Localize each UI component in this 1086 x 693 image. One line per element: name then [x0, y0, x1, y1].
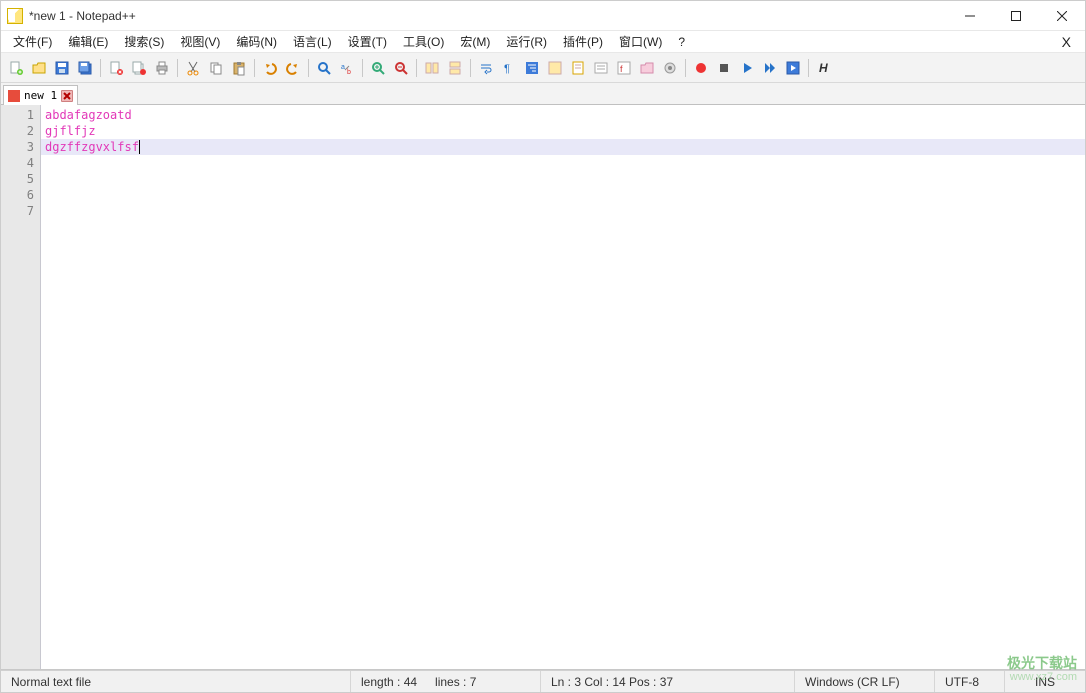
status-insert-mode[interactable]: INS	[1005, 671, 1085, 692]
play-macro-icon[interactable]	[736, 57, 758, 79]
cut-icon[interactable]	[182, 57, 204, 79]
window-title: *new 1 - Notepad++	[29, 9, 136, 23]
modified-indicator-icon	[8, 90, 20, 102]
editor[interactable]: 1234567 abdafagzoatdgjflfjzdgzffzgvxlfsf	[1, 105, 1085, 670]
code-line[interactable]: gjflfjz	[41, 123, 1085, 139]
open-file-icon[interactable]	[28, 57, 50, 79]
record-macro-icon[interactable]	[690, 57, 712, 79]
sync-h-icon[interactable]	[444, 57, 466, 79]
toolbar-separator	[100, 59, 101, 77]
redo-icon[interactable]	[282, 57, 304, 79]
play-multi-icon[interactable]	[759, 57, 781, 79]
find-icon[interactable]	[313, 57, 335, 79]
tab-close-icon[interactable]	[61, 90, 73, 102]
zoom-in-icon[interactable]	[367, 57, 389, 79]
svg-text:b: b	[347, 69, 351, 76]
new-file-icon[interactable]	[5, 57, 27, 79]
toolbar: ab ¶ f H	[1, 53, 1085, 83]
save-macro-icon[interactable]	[782, 57, 804, 79]
toolbar-separator	[685, 59, 686, 77]
menu-search[interactable]: 搜索(S)	[116, 31, 172, 52]
folder-tree-icon[interactable]	[636, 57, 658, 79]
indent-guide-icon[interactable]	[521, 57, 543, 79]
code-line[interactable]	[41, 155, 1085, 171]
statusbar: Normal text file length : 44 lines : 7 L…	[1, 670, 1085, 692]
status-filetype: Normal text file	[1, 671, 351, 692]
toolbar-separator	[254, 59, 255, 77]
menu-file[interactable]: 文件(F)	[5, 31, 60, 52]
toolbar-separator	[362, 59, 363, 77]
toolbar-separator	[470, 59, 471, 77]
window-controls	[947, 1, 1085, 31]
monitoring-icon[interactable]	[659, 57, 681, 79]
svg-text:¶: ¶	[504, 63, 510, 75]
replace-icon[interactable]: ab	[336, 57, 358, 79]
doc-list-icon[interactable]	[590, 57, 612, 79]
zoom-out-icon[interactable]	[390, 57, 412, 79]
wordwrap-icon[interactable]	[475, 57, 497, 79]
svg-text:H: H	[819, 61, 828, 75]
save-icon[interactable]	[51, 57, 73, 79]
toolbar-separator	[308, 59, 309, 77]
code-area[interactable]: abdafagzoatdgjflfjzdgzffzgvxlfsf	[41, 105, 1085, 669]
status-position: Ln : 3 Col : 14 Pos : 37	[541, 671, 795, 692]
paste-icon[interactable]	[228, 57, 250, 79]
toolbar-separator	[808, 59, 809, 77]
status-eol[interactable]: Windows (CR LF)	[795, 671, 935, 692]
doc-map-icon[interactable]	[567, 57, 589, 79]
close-file-icon[interactable]	[105, 57, 127, 79]
function-list-icon[interactable]: f	[613, 57, 635, 79]
menu-window[interactable]: 窗口(W)	[611, 31, 670, 52]
app-icon	[7, 8, 23, 24]
bold-h-icon[interactable]: H	[813, 57, 835, 79]
menu-plugins[interactable]: 插件(P)	[555, 31, 611, 52]
sync-v-icon[interactable]	[421, 57, 443, 79]
print-icon[interactable]	[151, 57, 173, 79]
menu-edit[interactable]: 编辑(E)	[60, 31, 116, 52]
status-length: length : 44 lines : 7	[351, 671, 541, 692]
close-button[interactable]	[1039, 1, 1085, 31]
stop-macro-icon[interactable]	[713, 57, 735, 79]
close-document-x[interactable]: X	[1052, 34, 1081, 50]
maximize-button[interactable]	[993, 1, 1039, 31]
tabbar: new 1	[1, 83, 1085, 105]
titlebar: *new 1 - Notepad++	[1, 1, 1085, 31]
menu-view[interactable]: 视图(V)	[172, 31, 228, 52]
tab-label: new 1	[24, 89, 57, 102]
menubar: 文件(F) 编辑(E) 搜索(S) 视图(V) 编码(N) 语言(L) 设置(T…	[1, 31, 1085, 53]
undo-icon[interactable]	[259, 57, 281, 79]
line-number-gutter: 1234567	[1, 105, 41, 669]
code-line[interactable]	[41, 187, 1085, 203]
code-line[interactable]: abdafagzoatd	[41, 107, 1085, 123]
menu-settings[interactable]: 设置(T)	[340, 31, 395, 52]
minimize-button[interactable]	[947, 1, 993, 31]
save-all-icon[interactable]	[74, 57, 96, 79]
code-line[interactable]: dgzffzgvxlfsf	[41, 139, 1085, 155]
show-all-chars-icon[interactable]: ¶	[498, 57, 520, 79]
menu-tools[interactable]: 工具(O)	[395, 31, 452, 52]
copy-icon[interactable]	[205, 57, 227, 79]
close-all-icon[interactable]	[128, 57, 150, 79]
menu-encoding[interactable]: 编码(N)	[228, 31, 285, 52]
status-encoding[interactable]: UTF-8	[935, 671, 1005, 692]
menu-run[interactable]: 运行(R)	[498, 31, 555, 52]
udl-icon[interactable]	[544, 57, 566, 79]
toolbar-separator	[177, 59, 178, 77]
menu-language[interactable]: 语言(L)	[285, 31, 340, 52]
svg-text:a: a	[341, 64, 345, 71]
text-caret	[139, 140, 140, 154]
toolbar-separator	[416, 59, 417, 77]
code-line[interactable]	[41, 171, 1085, 187]
menu-macro[interactable]: 宏(M)	[452, 31, 498, 52]
code-line[interactable]	[41, 203, 1085, 219]
tab-new-1[interactable]: new 1	[3, 85, 78, 105]
menu-help[interactable]: ?	[670, 33, 693, 51]
